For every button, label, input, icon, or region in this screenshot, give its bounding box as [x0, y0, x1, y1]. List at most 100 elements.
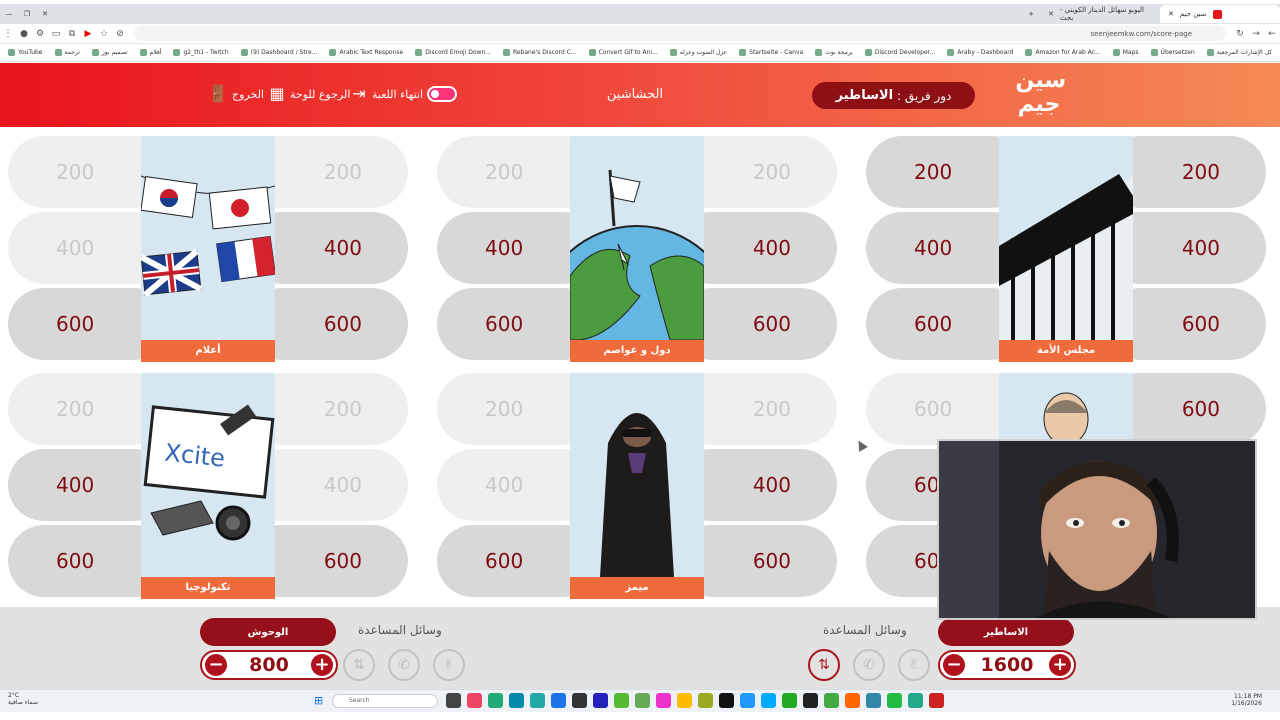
back-to-board-button[interactable]: الرجوع للوحة ▦: [268, 85, 350, 103]
forward-icon[interactable]: →: [1248, 29, 1264, 39]
taskbar-app-icon[interactable]: [803, 693, 818, 708]
exit-arrow-icon: ⇥: [352, 84, 366, 103]
taskbar-app-icon[interactable]: [614, 693, 629, 708]
taskbar-app-icon[interactable]: [929, 693, 944, 708]
browser-address-row: ⋮ ● ⚙ ▭ ⧉ ▶ ☆ ⊘ seenjeemkw.com/score-pag…: [0, 24, 1280, 44]
taskbar-app-icon[interactable]: [761, 693, 776, 708]
bookmark-favicon-icon: [947, 49, 955, 56]
taskbar-app-icon[interactable]: [824, 693, 839, 708]
bookmark-item[interactable]: Araby - Dashboard: [947, 49, 1013, 56]
swap-icon[interactable]: ⇅: [808, 649, 840, 681]
bookmark-item[interactable]: كل الإشارات المرجعية: [1206, 49, 1272, 56]
webcam-overlay: [937, 439, 1257, 620]
minus-button[interactable]: −: [943, 654, 965, 676]
windows-start-icon[interactable]: ⊞: [314, 694, 323, 707]
clock[interactable]: 11:18 PM 1/16/2026: [1222, 693, 1262, 707]
eye-off-icon[interactable]: ⊘: [112, 29, 128, 39]
bookmarks-bar: كل الإشارات المرجعية Übersetzen Maps Amazon…: [0, 44, 1280, 62]
swap-icon[interactable]: ⇅: [343, 649, 375, 681]
taskbar-app-icon[interactable]: [887, 693, 902, 708]
taskbar-search[interactable]: Search: [332, 694, 438, 708]
minus-button[interactable]: −: [205, 654, 227, 676]
door-icon: 🚪: [208, 84, 228, 103]
bookmark-item[interactable]: برمجة بوت: [815, 49, 853, 56]
bookmark-favicon-icon: [139, 49, 147, 56]
bookmark-item[interactable]: Arabic Text Response: [329, 49, 403, 56]
bookmark-item[interactable]: Discord Emoji Down...: [415, 49, 491, 56]
taskbar-app-icon[interactable]: [446, 693, 461, 708]
phone-icon[interactable]: ✆: [388, 649, 420, 681]
restore-icon[interactable]: ❐: [18, 10, 36, 18]
bookmark-item[interactable]: YouTube: [8, 49, 43, 56]
taskbar-app-icon[interactable]: [677, 693, 692, 708]
taskbar-app-icon[interactable]: [467, 693, 482, 708]
bookmark-favicon-icon: [8, 49, 16, 56]
taskbar-app-icon[interactable]: [866, 693, 881, 708]
extensions-icon[interactable]: ⚙: [32, 29, 48, 39]
category-illustration: [570, 136, 704, 362]
bookmark-item[interactable]: Discord Developer...: [864, 49, 935, 56]
taskbar-apps: [446, 693, 944, 708]
taskbar-app-icon[interactable]: [719, 693, 734, 708]
end-game-toggle[interactable]: [427, 86, 458, 102]
close-window-icon[interactable]: ✕: [36, 10, 54, 18]
bookmark-favicon-icon: [588, 49, 596, 56]
bookmark-item[interactable]: أفلام: [139, 49, 161, 56]
profile-icon[interactable]: ●: [16, 29, 32, 39]
new-tab-button[interactable]: +: [1022, 10, 1040, 18]
bookmark-item[interactable]: Convert Gif to Ani...: [588, 49, 658, 56]
taskbar-app-icon[interactable]: [593, 693, 608, 708]
bookmark-item[interactable]: g2_th1 - Twitch: [173, 49, 229, 56]
tab-close-icon[interactable]: ✕: [1048, 10, 1054, 18]
youtube-icon[interactable]: ▶: [80, 29, 96, 39]
bookmark-item[interactable]: ترجمة: [54, 49, 80, 56]
site-logo[interactable]: سين جيم: [1008, 68, 1072, 121]
browser-tab[interactable]: ✕ اليوبو سهائل الديناز الكويتي - بحث: [1040, 5, 1160, 23]
browser-tab-active[interactable]: ✕ سين جيم: [1160, 5, 1280, 23]
back-icon[interactable]: ←: [1264, 29, 1280, 39]
taskbar-app-icon[interactable]: [698, 693, 713, 708]
bookmark-item[interactable]: Maps: [1112, 49, 1139, 56]
taskbar-app-icon[interactable]: [551, 693, 566, 708]
star-icon[interactable]: ☆: [96, 29, 112, 39]
taskbar-app-icon[interactable]: [740, 693, 755, 708]
category-card: مجلس الأمة: [999, 136, 1133, 362]
tab-close-icon[interactable]: ✕: [1168, 10, 1174, 18]
bookmark-favicon-icon: [240, 49, 248, 56]
bookmark-item[interactable]: عزل الصوت وعزله: [669, 49, 727, 56]
taskbar-app-icon[interactable]: [530, 693, 545, 708]
reload-icon[interactable]: ↻: [1232, 29, 1248, 39]
phone-icon[interactable]: ✆: [853, 649, 885, 681]
taskbar-app-icon[interactable]: [656, 693, 671, 708]
category-card: Xcite تكنولوجيا: [141, 373, 275, 599]
puzzle-icon[interactable]: ⧉: [64, 29, 80, 39]
bookmark-favicon-icon: [669, 49, 677, 56]
bookmark-item[interactable]: Übersetzen: [1150, 49, 1195, 56]
bookmark-item[interactable]: (9) Dashboard / Stre...: [240, 49, 317, 56]
peace-hand-icon[interactable]: ✌: [433, 649, 465, 681]
team-right-score: − 1600 +: [938, 650, 1076, 680]
team-left-name: الوحوش: [200, 618, 336, 646]
bookmark-item[interactable]: Startseite - Canva: [739, 49, 803, 56]
peace-hand-icon[interactable]: ✌: [898, 649, 930, 681]
taskbar-app-icon[interactable]: [908, 693, 923, 708]
bookmark-item[interactable]: Rebane's Discord C...: [502, 49, 577, 56]
bookmark-item[interactable]: تصميم بوز: [91, 49, 128, 56]
exit-button[interactable]: الخروج 🚪: [208, 84, 264, 103]
taskbar-app-icon[interactable]: [509, 693, 524, 708]
url-field[interactable]: seenjeemkw.com/score-page: [134, 26, 1226, 41]
sidebar-icon[interactable]: ▭: [48, 29, 64, 39]
taskbar-app-icon[interactable]: [845, 693, 860, 708]
plus-button[interactable]: +: [310, 654, 333, 676]
taskbar-app-icon[interactable]: [782, 693, 797, 708]
site-favicon-icon: [1212, 9, 1222, 19]
plus-button[interactable]: +: [1048, 654, 1071, 676]
weather-widget[interactable]: 2°C سماء صافية: [8, 692, 48, 706]
taskbar-app-icon[interactable]: [572, 693, 587, 708]
menu-icon[interactable]: ⋮: [0, 29, 16, 39]
bookmark-item[interactable]: Amazon for Arab Ac...: [1025, 49, 1101, 56]
minimize-icon[interactable]: —: [0, 10, 18, 18]
end-game-button[interactable]: انتهاء اللعبة ⇥: [350, 84, 458, 103]
taskbar-app-icon[interactable]: [488, 693, 503, 708]
taskbar-app-icon[interactable]: [635, 693, 650, 708]
